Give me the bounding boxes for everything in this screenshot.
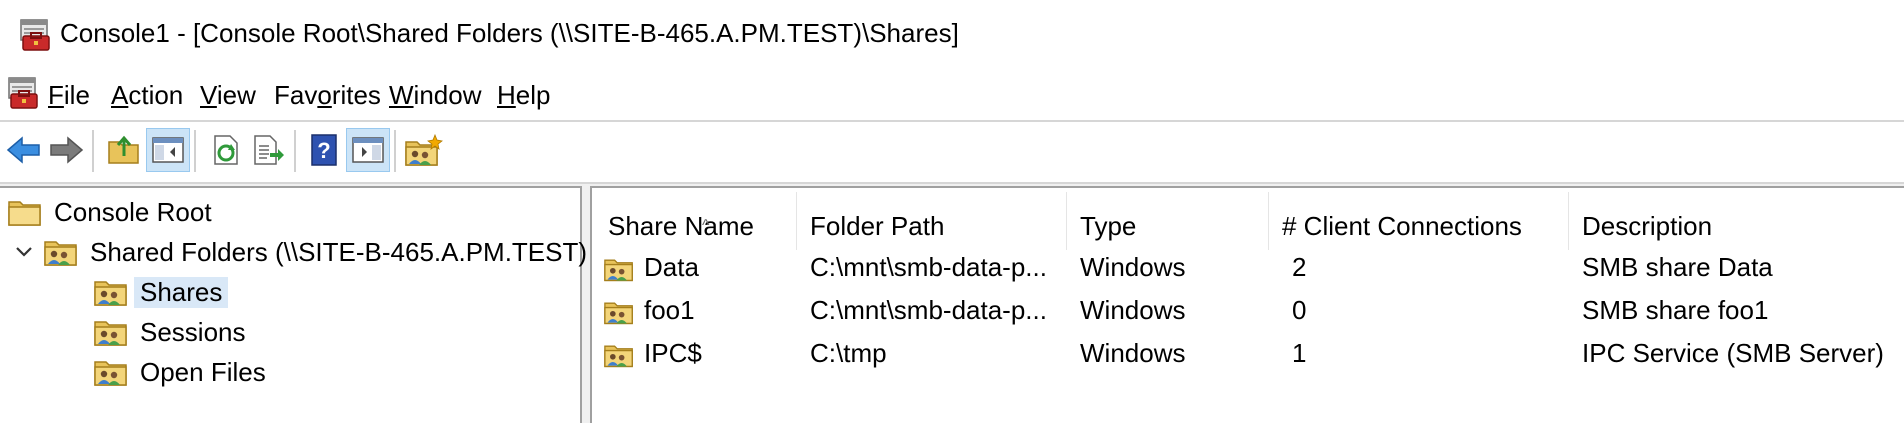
console-tree-pane[interactable]: Console Root Shared Folders (\\SITE-B-46… [0, 186, 587, 423]
show-hide-action-pane-icon[interactable] [346, 128, 390, 172]
share-icon [604, 254, 634, 284]
column-header-share-name[interactable]: ^ Share Name [608, 206, 754, 246]
sessions-icon [94, 317, 128, 347]
share-icon [604, 297, 634, 327]
cell-type: Windows [1080, 252, 1186, 282]
tree-node-shared-folders[interactable]: Shared Folders (\\SITE-B-465.A.PM.TEST) [14, 234, 593, 270]
window-title: Console1 - [Console Root\Shared Folders … [60, 18, 959, 48]
cell-folder-path: C:\tmp [810, 338, 887, 368]
menu-favorites[interactable]: Favorites [274, 80, 381, 111]
column-divider[interactable] [1568, 192, 1569, 250]
toolbar-separator [294, 130, 296, 172]
cell-folder-path: C:\mnt\smb-data-p... [810, 295, 1047, 325]
up-folder-icon[interactable] [102, 128, 146, 172]
menu-action[interactable]: Action [111, 80, 183, 111]
shares-icon [94, 277, 128, 307]
cell-client-connections: 1 [1292, 338, 1307, 368]
shares-list-view[interactable]: ^ Share Name Folder Path Type # Client C… [590, 186, 1904, 423]
cell-description: IPC Service (SMB Server) [1582, 338, 1884, 368]
title-bar: Console1 - [Console Root\Shared Folders … [0, 0, 1904, 70]
mmc-app-icon[interactable] [18, 18, 52, 52]
cell-folder-path: C:\mnt\smb-data-p... [810, 252, 1047, 282]
cell-description: SMB share foo1 [1582, 295, 1769, 325]
toolbar-separator [194, 130, 196, 172]
column-divider[interactable] [1268, 192, 1269, 250]
chevron-down-icon[interactable] [14, 245, 34, 259]
column-header-type[interactable]: Type [1080, 206, 1136, 246]
open-files-icon [94, 357, 128, 387]
toolbar-separator [394, 130, 396, 172]
cell-type: Windows [1080, 338, 1186, 368]
toolbar: ? [0, 122, 1904, 184]
tree-node-console-root[interactable]: Console Root [8, 194, 218, 230]
shared-folder-icon [44, 237, 78, 267]
forward-icon[interactable] [44, 128, 88, 172]
column-divider[interactable] [1066, 192, 1067, 250]
cell-share-name: foo1 [644, 295, 695, 325]
tree-node-sessions[interactable]: Sessions [94, 314, 252, 350]
tree-node-open-files[interactable]: Open Files [94, 354, 272, 390]
show-hide-tree-icon[interactable] [146, 128, 190, 172]
menu-window[interactable]: Window [389, 80, 481, 111]
cell-client-connections: 0 [1292, 295, 1307, 325]
help-icon[interactable]: ? [302, 128, 346, 172]
console-system-menu-icon[interactable] [6, 76, 40, 110]
share-icon [604, 340, 634, 370]
cell-share-name: IPC$ [644, 338, 702, 368]
toolbar-separator [92, 130, 94, 172]
cell-share-name: Data [644, 252, 699, 282]
menu-view[interactable]: View [200, 80, 256, 111]
back-icon[interactable] [2, 128, 46, 172]
svg-text:?: ? [317, 138, 330, 163]
menu-file[interactable]: File [48, 80, 90, 111]
new-share-icon[interactable] [402, 128, 446, 172]
table-row[interactable]: foo1 C:\mnt\smb-data-p... Windows 0 SMB … [592, 291, 1902, 331]
column-header-description[interactable]: Description [1582, 206, 1712, 246]
tree-node-shares[interactable]: Shares [94, 274, 229, 310]
cell-type: Windows [1080, 295, 1186, 325]
export-list-icon[interactable] [246, 128, 290, 172]
table-row[interactable]: IPC$ C:\tmp Windows 1 IPC Service (SMB S… [592, 334, 1902, 374]
sort-ascending-icon: ^ [702, 217, 710, 234]
table-row[interactable]: Data C:\mnt\smb-data-p... Windows 2 SMB … [592, 248, 1902, 288]
column-divider[interactable] [796, 192, 797, 250]
menu-help[interactable]: Help [497, 80, 550, 111]
cell-client-connections: 2 [1292, 252, 1307, 282]
refresh-icon[interactable] [204, 128, 248, 172]
folder-icon [8, 197, 42, 227]
column-header-client-connections[interactable]: # Client Connections [1282, 206, 1522, 246]
column-header-folder-path[interactable]: Folder Path [810, 206, 944, 246]
menu-bar: File Action View Favorites Window Help [0, 76, 1904, 122]
cell-description: SMB share Data [1582, 252, 1773, 282]
